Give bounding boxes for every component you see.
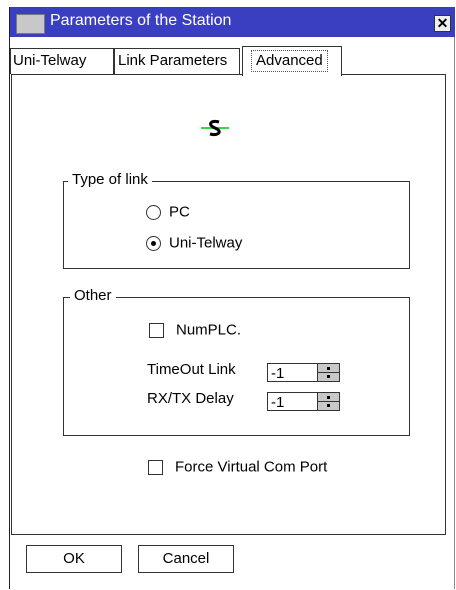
ok-button[interactable]: OK xyxy=(26,545,122,573)
radio-uni-telway-label: Uni-Telway xyxy=(169,234,243,252)
connection-icon xyxy=(201,120,229,136)
force-virtual-com-label: Force Virtual Com Port xyxy=(175,458,328,476)
rxtx-delay-label: RX/TX Delay xyxy=(147,390,234,407)
radio-uni-telway[interactable]: Uni-Telway xyxy=(146,234,242,256)
rxtx-delay-spin-buttons[interactable] xyxy=(317,393,339,410)
timeout-link-value[interactable]: -1 xyxy=(271,365,284,382)
other-label: Other xyxy=(70,287,116,304)
type-of-link-label: Type of link xyxy=(68,171,152,188)
window-title: Parameters of the Station xyxy=(50,12,232,29)
window-icon xyxy=(16,14,45,34)
spin-down-icon[interactable] xyxy=(327,404,330,407)
cancel-button[interactable]: Cancel xyxy=(138,545,234,573)
timeout-link-spinner[interactable]: -1 xyxy=(267,363,340,382)
numplc-label: NumPLC. xyxy=(176,321,242,339)
numplc-checkbox[interactable] xyxy=(149,322,164,338)
force-virtual-com-checkbox[interactable] xyxy=(148,459,163,475)
rxtx-delay-row: RX/TX Delay -1 xyxy=(147,390,340,411)
rxtx-delay-spinner[interactable]: -1 xyxy=(267,392,340,411)
rxtx-delay-value[interactable]: -1 xyxy=(271,394,284,411)
tab-link-parameters[interactable]: Link Parameters xyxy=(114,48,240,74)
force-virtual-com-row[interactable]: Force Virtual Com Port xyxy=(148,458,327,480)
tab-uni-telway[interactable]: Uni-Telway xyxy=(10,48,114,74)
timeout-link-row: TimeOut Link -1 xyxy=(147,361,340,382)
tab-advanced[interactable]: Advanced xyxy=(242,46,342,76)
tab-advanced-label: Advanced xyxy=(251,50,328,72)
radio-pc-button[interactable] xyxy=(146,204,161,220)
timeout-link-spin-buttons[interactable] xyxy=(317,364,339,381)
spin-down-icon[interactable] xyxy=(327,375,330,378)
type-of-link-group: Type of link PC Uni-Telway xyxy=(63,171,410,269)
title-bar[interactable]: Parameters of the Station ✕ xyxy=(10,7,455,37)
spin-up-icon[interactable] xyxy=(327,367,330,370)
radio-pc-label: PC xyxy=(169,203,190,221)
radio-uni-telway-button[interactable] xyxy=(146,235,161,251)
parameters-dialog: Parameters of the Station ✕ Uni-Telway L… xyxy=(9,7,455,589)
advanced-panel: Type of link PC Uni-Telway Other NumPLC.… xyxy=(11,74,446,535)
numplc-checkbox-row[interactable]: NumPLC. xyxy=(149,321,241,343)
other-group: Other NumPLC. TimeOut Link -1 RX/TX Dela… xyxy=(63,287,410,436)
timeout-link-label: TimeOut Link xyxy=(147,361,236,378)
close-button[interactable]: ✕ xyxy=(434,15,451,32)
radio-pc[interactable]: PC xyxy=(146,203,190,225)
spin-up-icon[interactable] xyxy=(327,396,330,399)
